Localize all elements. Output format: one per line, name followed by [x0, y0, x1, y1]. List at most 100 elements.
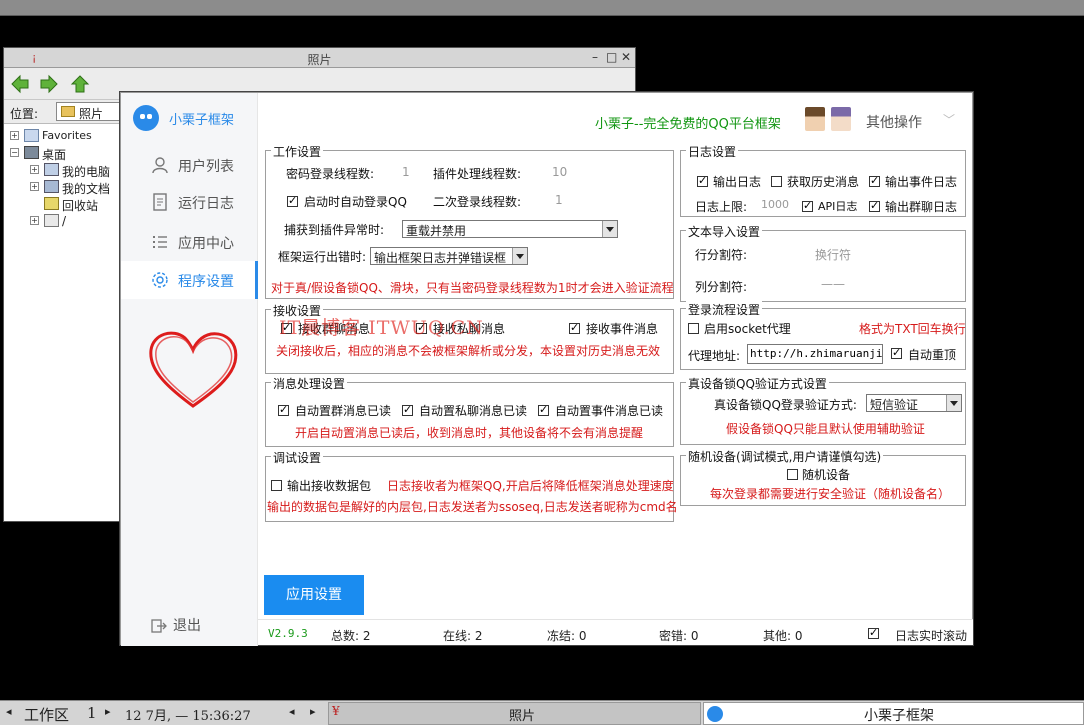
- desktop-top-bar: [0, 0, 1084, 16]
- location-field[interactable]: 照片: [56, 102, 126, 121]
- second-threads-field[interactable]: 1: [555, 193, 563, 207]
- close-icon[interactable]: ✕: [621, 50, 631, 64]
- maximize-icon[interactable]: □: [606, 50, 617, 64]
- task-next-icon[interactable]: ▸: [310, 705, 316, 718]
- input-value: http://h.zhimaruanjian: [750, 347, 883, 360]
- nav-item-program-settings[interactable]: 程序设置: [121, 261, 258, 299]
- framework-error-select[interactable]: 输出框架日志并弹错误框: [370, 247, 528, 265]
- output-event-log-checkbox[interactable]: [869, 174, 880, 187]
- desktop-icon: [24, 146, 39, 159]
- chevron-down-icon[interactable]: [602, 221, 617, 237]
- nav-item-run-log[interactable]: 运行日志: [121, 183, 258, 221]
- chevron-down-icon[interactable]: [946, 395, 961, 411]
- chevron-down-icon[interactable]: [512, 248, 527, 264]
- output-packets-checkbox[interactable]: [271, 480, 282, 491]
- output-log-checkbox[interactable]: [697, 174, 708, 187]
- random-device-checkbox[interactable]: [787, 469, 798, 480]
- forward-arrow-icon[interactable]: [39, 74, 59, 94]
- proxy-address-input[interactable]: http://h.zhimaruanjian: [747, 344, 883, 364]
- auto-read-private-label: 自动置私聊消息已读: [419, 404, 528, 418]
- device-lock-method-select[interactable]: 短信验证: [866, 394, 962, 412]
- file-manager-titlebar[interactable]: ¡ 照片 – □ ✕: [4, 48, 635, 68]
- col-separator-field[interactable]: ——: [821, 277, 845, 291]
- pwd-threads-field[interactable]: 1: [402, 165, 410, 179]
- minimize-icon[interactable]: –: [592, 50, 598, 64]
- logout-button[interactable]: 退出: [151, 615, 201, 635]
- documents-icon: [44, 180, 59, 193]
- socket-proxy-checkbox[interactable]: [688, 323, 699, 334]
- output-group-log-checkbox[interactable]: [869, 199, 880, 212]
- login-flow-group: 登录流程设置 启用socket代理 格式为TXT回车换行 代理地址: http:…: [680, 301, 966, 370]
- receive-event-checkbox[interactable]: [569, 321, 580, 334]
- random-device-note: 每次登录都需要进行安全验证（随机设备名）: [710, 487, 951, 501]
- expand-icon[interactable]: +: [30, 182, 39, 191]
- auto-reconnect-checkbox[interactable]: [891, 346, 902, 359]
- drive-icon: [44, 214, 59, 227]
- expand-icon[interactable]: +: [30, 165, 39, 174]
- avatar[interactable]: [831, 107, 851, 131]
- collapse-icon[interactable]: −: [10, 148, 19, 157]
- taskbar-item-app[interactable]: 小栗子框架: [703, 702, 1084, 725]
- plugin-exception-label: 捕获到插件异常时:: [284, 223, 385, 237]
- other-count: 其他: 0: [763, 629, 803, 643]
- tree-label: 我的电脑: [62, 165, 111, 179]
- text-import-group: 文本导入设置 行分割符: 换行符 列分割符: ——: [680, 223, 966, 302]
- workspace-label: 工作区: [24, 706, 70, 724]
- avatar[interactable]: [805, 107, 825, 131]
- app-logo-icon: [133, 105, 159, 131]
- workspace-next-icon[interactable]: ▸: [105, 705, 111, 718]
- user-icon: [152, 157, 168, 174]
- header-slogan: 小栗子--完全免费的QQ平台框架: [595, 117, 781, 132]
- nav-item-user-list[interactable]: 用户列表: [121, 146, 258, 184]
- auto-read-event-checkbox[interactable]: [538, 403, 549, 416]
- expand-icon[interactable]: +: [30, 216, 39, 225]
- tree-label: 我的文档: [62, 182, 111, 196]
- back-arrow-icon[interactable]: [10, 74, 30, 94]
- app-title: 小栗子框架: [169, 113, 235, 128]
- version-label: V2.9.3: [268, 627, 308, 640]
- group-title: 真设备锁QQ验证方式设置: [686, 375, 829, 392]
- group-title: 工作设置: [271, 143, 324, 160]
- receive-event-label: 接收事件消息: [586, 322, 659, 336]
- work-note: 对于真/假设备锁QQ、滑块，只有当密码登录线程数为1时才会进入验证流程: [271, 281, 674, 295]
- heart-icon: [149, 331, 238, 408]
- auto-read-private-checkbox[interactable]: [402, 403, 413, 416]
- apply-settings-button[interactable]: 应用设置: [264, 575, 364, 615]
- nav-item-app-center[interactable]: 应用中心: [121, 223, 258, 261]
- location-value: 照片: [79, 107, 104, 121]
- app-window[interactable]: 小栗子框架 用户列表 运行日志 应用中心 程序设置 退出 小栗子--完全免费的Q…: [120, 92, 973, 646]
- select-value: 重载并禁用: [406, 224, 467, 238]
- auto-login-checkbox[interactable]: [287, 194, 298, 207]
- group-title: 文本导入设置: [686, 223, 763, 240]
- taskbar-item-photos[interactable]: ¥ 照片: [328, 702, 701, 725]
- row-separator-field[interactable]: 换行符: [815, 246, 851, 263]
- workspace-prev-icon[interactable]: ◂: [6, 705, 12, 718]
- device-lock-method-label: 真设备锁QQ登录验证方式:: [714, 398, 857, 412]
- nav-label: 运行日志: [178, 196, 234, 212]
- device-lock-group: 真设备锁QQ验证方式设置 真设备锁QQ登录验证方式: 短信验证 假设备锁QQ只能…: [680, 375, 966, 445]
- fetch-history-checkbox[interactable]: [771, 176, 782, 187]
- pin-icon: ¥: [332, 704, 340, 718]
- other-operations-menu[interactable]: 其他操作: [866, 112, 922, 132]
- plugin-exception-select[interactable]: 重载并禁用: [402, 220, 618, 238]
- password-error-count: 密错: 0: [659, 629, 699, 643]
- auto-read-group-checkbox[interactable]: [278, 403, 289, 416]
- log-settings-group: 日志设置 输出日志 获取历史消息 输出事件日志 日志上限: 1000 API日志…: [680, 143, 966, 217]
- app-logo-icon: [707, 706, 723, 722]
- group-title: 日志设置: [686, 143, 739, 160]
- file-manager-title: 照片: [307, 53, 332, 67]
- computer-icon: [44, 163, 59, 176]
- api-log-checkbox[interactable]: [802, 199, 813, 212]
- plugin-threads-label: 插件处理线程数:: [433, 167, 522, 181]
- api-log-label: API日志: [818, 200, 858, 213]
- up-arrow-icon[interactable]: [70, 74, 90, 94]
- task-prev-icon[interactable]: ◂: [289, 705, 295, 718]
- expand-icon[interactable]: +: [10, 131, 19, 140]
- log-limit-field[interactable]: 1000: [761, 198, 789, 211]
- chevron-down-icon[interactable]: ﹀: [943, 111, 955, 128]
- taskbar-item-label: 照片: [509, 709, 536, 724]
- group-title: 消息处理设置: [271, 375, 348, 392]
- log-scroll-checkbox[interactable]: [868, 626, 879, 639]
- plugin-threads-field[interactable]: 10: [552, 165, 567, 179]
- pwd-threads-label: 密码登录线程数:: [286, 167, 375, 181]
